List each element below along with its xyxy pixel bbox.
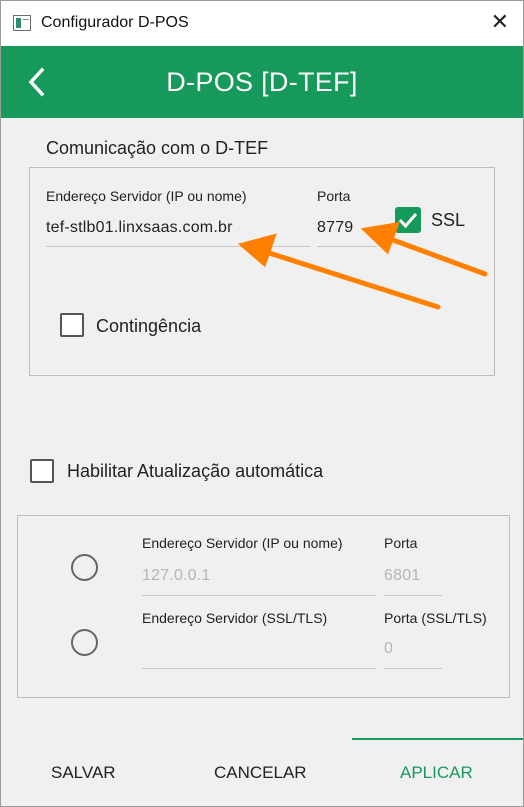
comm-group: Endereço Servidor (IP ou nome) tef-stlb0… xyxy=(29,167,495,376)
contingency-label: Contingência xyxy=(96,316,202,336)
update-server-input[interactable]: 127.0.0.1 xyxy=(142,567,211,585)
update-server-underline xyxy=(142,595,376,596)
page-title: D-POS [D-TEF] xyxy=(166,67,358,97)
cancel-button[interactable]: CANCELAR xyxy=(214,763,307,783)
apply-active-indicator xyxy=(352,738,523,740)
config-window: Configurador D-POS ✕ D-POS [D-TEF] Comun… xyxy=(0,0,524,807)
update-port-input[interactable]: 6801 xyxy=(384,567,420,585)
comm-section-label: Comunicação com o D-TEF xyxy=(46,138,269,158)
update-ssl-server-underline xyxy=(142,668,376,669)
auto-update-checkbox[interactable] xyxy=(30,459,54,483)
update-ssl-port-input[interactable]: 0 xyxy=(384,640,393,658)
save-button[interactable]: SALVAR xyxy=(51,763,116,783)
update-port-label: Porta xyxy=(384,535,418,551)
header-bar: D-POS [D-TEF] xyxy=(1,46,523,118)
server-address-input[interactable]: tef-stlb01.linxsaas.com.br xyxy=(46,219,233,237)
update-ssl-port-underline xyxy=(384,668,442,669)
close-icon[interactable]: ✕ xyxy=(491,10,509,34)
radio-ssl-server[interactable] xyxy=(71,629,98,656)
server-address-label: Endereço Servidor (IP ou nome) xyxy=(46,188,247,204)
update-ssl-port-label: Porta (SSL/TLS) xyxy=(384,610,487,626)
port-underline xyxy=(317,246,377,247)
port-label: Porta xyxy=(317,188,351,204)
contingency-checkbox[interactable] xyxy=(60,313,84,337)
checkmark-icon xyxy=(398,213,418,229)
title-bar: Configurador D-POS ✕ xyxy=(1,1,523,46)
ssl-checkbox[interactable] xyxy=(395,207,421,233)
ssl-label: SSL xyxy=(431,210,466,230)
radio-plain-server[interactable] xyxy=(71,554,98,581)
back-arrow-icon[interactable] xyxy=(23,64,53,100)
port-input[interactable]: 8779 xyxy=(317,219,353,237)
update-port-underline xyxy=(384,595,442,596)
update-server-label: Endereço Servidor (IP ou nome) xyxy=(142,535,343,551)
apply-button[interactable]: APLICAR xyxy=(400,763,473,783)
update-ssl-server-label: Endereço Servidor (SSL/TLS) xyxy=(142,610,328,626)
auto-update-group: Endereço Servidor (IP ou nome) 127.0.0.1… xyxy=(17,515,510,698)
app-icon xyxy=(13,15,31,31)
window-title: Configurador D-POS xyxy=(41,14,189,31)
auto-update-label: Habilitar Atualização automática xyxy=(67,461,324,481)
server-address-underline xyxy=(46,246,310,247)
